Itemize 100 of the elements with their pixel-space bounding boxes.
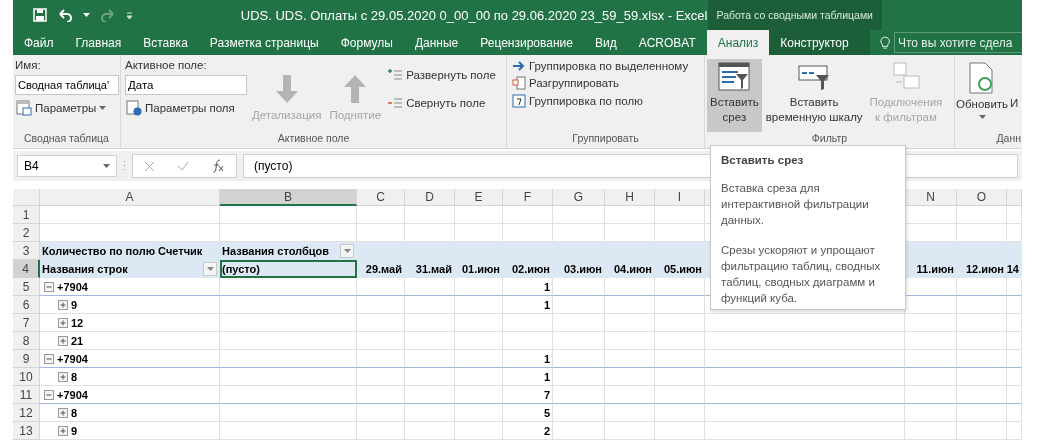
table-cell: [905, 332, 957, 350]
table-cell: [1007, 278, 1022, 296]
table-cell: [455, 278, 503, 296]
filter-dropdown[interactable]: [203, 261, 217, 276]
table-cell: [1007, 386, 1022, 404]
save-icon[interactable]: [33, 8, 47, 22]
table-cell: [905, 404, 957, 422]
filter-dropdown[interactable]: [340, 243, 354, 258]
table-cell: [655, 350, 705, 368]
table-cell: [405, 314, 455, 332]
expand-toggle-icon[interactable]: [58, 317, 68, 328]
ribbon-tab[interactable]: Рецензирование: [469, 30, 584, 55]
ribbon-tab[interactable]: Данные: [403, 30, 470, 55]
row-label: +7904: [57, 352, 88, 365]
group-button[interactable]: Разгруппировать: [511, 75, 690, 91]
table-cell: 31.май: [405, 260, 455, 278]
table-cell: [605, 206, 655, 224]
customize-icon[interactable]: [126, 11, 133, 19]
column-header: E: [455, 189, 503, 206]
undo-icon[interactable]: [57, 8, 73, 22]
refresh-button[interactable]: Обновить: [956, 59, 1009, 132]
row-label: 9: [71, 298, 78, 311]
table-cell: [655, 404, 705, 422]
collapse-toggle-icon[interactable]: [44, 353, 54, 364]
table-cell: [605, 296, 655, 314]
collapse-toggle-icon[interactable]: [44, 281, 54, 292]
field-settings-button[interactable]: Параметры поля: [125, 99, 247, 117]
table-cell: [357, 404, 405, 422]
ribbon-tab[interactable]: Разметка страницы: [198, 30, 330, 55]
tooltip-text: Вставка среза для интерактивной фильтрации данных.: [721, 181, 870, 228]
table-cell: [405, 278, 455, 296]
ribbon-tab[interactable]: ACROBAT: [627, 30, 707, 55]
table-cell: [503, 314, 553, 332]
table-cell: 7: [503, 386, 553, 404]
table-cell: [957, 332, 1007, 350]
ribbon-tab[interactable]: Вставка: [132, 30, 199, 55]
group-button[interactable]: Группировка по выделенному: [511, 59, 690, 73]
table-cell: [957, 296, 1007, 314]
search-field[interactable]: Что вы хотите сдела: [893, 32, 1022, 53]
table-cell: 03.июн: [553, 260, 605, 278]
active-field-input[interactable]: Дата: [125, 75, 247, 95]
filter-button[interactable]: Вставить срез: [707, 59, 762, 132]
filter-button[interactable]: Вставить временную шкалу: [762, 59, 866, 132]
table-cell: [957, 368, 1007, 386]
table-cell: [605, 224, 655, 242]
caret-icon: [978, 115, 986, 119]
column-header: D: [405, 189, 455, 206]
timeline-icon: [798, 62, 831, 92]
group-caption: Сводная таблица: [23, 132, 110, 146]
row-label: +7904: [57, 280, 88, 293]
column-header: A: [40, 189, 220, 206]
table-cell: [357, 224, 405, 242]
collapse-toggle-icon[interactable]: [44, 389, 54, 400]
table-cell: [455, 404, 503, 422]
ungroup-icon: [512, 76, 526, 90]
options-button[interactable]: Параметры: [15, 99, 119, 117]
pivot-header: Названия строк: [42, 262, 128, 275]
confirm-icon[interactable]: [177, 161, 189, 171]
expand-toggle-icon[interactable]: [58, 371, 68, 382]
table-cell: [503, 224, 553, 242]
column-header: B: [220, 189, 357, 206]
group-button[interactable]: Группировка по полю: [511, 93, 690, 109]
expand-toggle-icon[interactable]: [58, 425, 68, 436]
table-cell: 5: [503, 404, 553, 422]
collapse-field-button[interactable]: Свернуть поле: [386, 95, 497, 111]
group-caption: Данн: [995, 132, 1021, 146]
expand-toggle-icon[interactable]: [58, 407, 68, 418]
table-cell: 02.июн: [503, 260, 553, 278]
context-label: Работа со сводными таблицами: [707, 0, 882, 30]
arrow-down-icon: [273, 73, 300, 105]
ribbon-tab[interactable]: Файл: [13, 30, 65, 55]
ribbon-tab[interactable]: Вид: [583, 30, 628, 55]
table-cell: [1007, 422, 1022, 440]
group-caption: Активное поле: [276, 132, 351, 146]
ribbon-tab[interactable]: Формулы: [329, 30, 404, 55]
button-label: И: [1010, 96, 1019, 111]
row-number: 11: [13, 386, 40, 404]
table-cell: [503, 332, 553, 350]
lightbulb-icon: [879, 34, 890, 51]
ribbon-tab[interactable]: Анализ: [706, 30, 770, 55]
row-number: 1: [13, 206, 40, 224]
row-number: 4: [13, 260, 40, 278]
table-cell: [405, 206, 455, 224]
ribbon-tab[interactable]: Главная: [64, 30, 133, 55]
group-caption: Фильтр: [810, 132, 849, 146]
expand-toggle-icon[interactable]: [58, 335, 68, 346]
table-cell: [553, 350, 605, 368]
name-field[interactable]: Сводная таблица': [15, 75, 119, 95]
table-cell: [905, 386, 957, 404]
cancel-icon[interactable]: [144, 160, 155, 172]
table-cell: [905, 422, 957, 440]
table-cell: [553, 206, 605, 224]
function-icon[interactable]: [211, 159, 225, 173]
table-cell: [605, 332, 655, 350]
expand-toggle-icon[interactable]: [58, 299, 68, 310]
name-box[interactable]: B4: [17, 155, 117, 177]
row-label: +7904: [57, 388, 88, 401]
expand-field-button[interactable]: Развернуть поле: [386, 67, 497, 83]
table-cell: [655, 332, 705, 350]
caret-icon: [343, 248, 351, 253]
